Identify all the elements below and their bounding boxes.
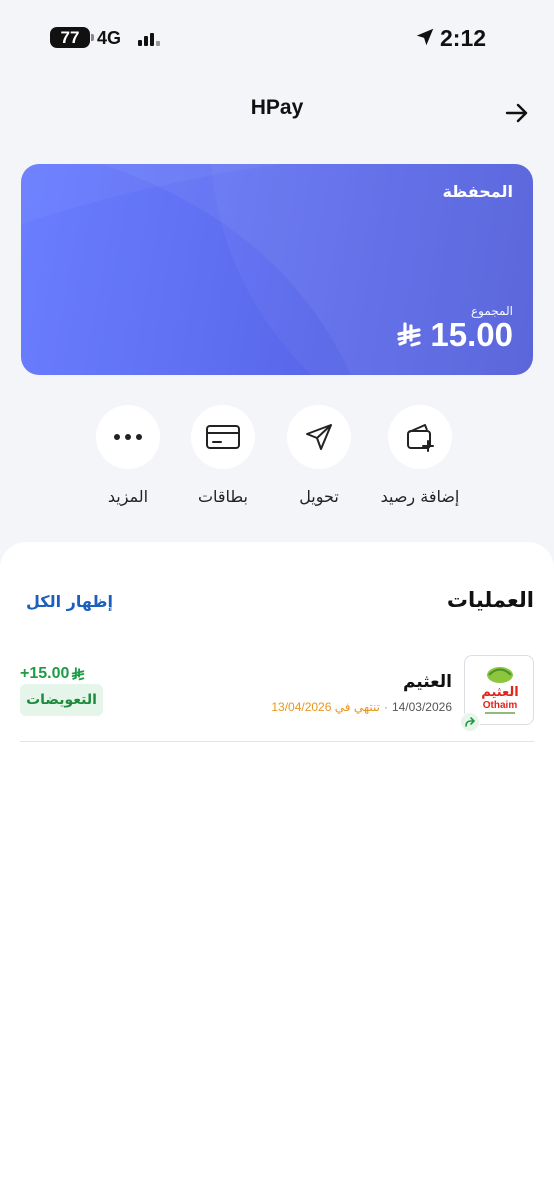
- total-amount-value: 15.00: [430, 316, 513, 353]
- arrow-right-icon[interactable]: [502, 98, 532, 128]
- more-button[interactable]: المزيد: [73, 405, 183, 506]
- transfer-label: تحويل: [299, 487, 339, 506]
- logo-arabic-text: العثيم: [481, 685, 518, 700]
- transfer-circle: [287, 405, 351, 469]
- card-icon: [206, 425, 240, 449]
- show-all-link[interactable]: إظهار الكل: [26, 592, 113, 611]
- status-bar: 77 4G 2:12: [0, 0, 554, 76]
- page-title: HPay: [250, 96, 304, 119]
- add-balance-label: إضافة رصيد: [380, 487, 460, 506]
- transaction-amount-value: +15.00: [20, 665, 70, 682]
- wallet-label: المحفظة: [442, 182, 513, 201]
- transaction-amount: +15.00: [20, 665, 85, 683]
- transfer-button[interactable]: تحويل: [264, 405, 374, 506]
- merchant-name: العثيم: [402, 672, 452, 692]
- battery-indicator: 77: [50, 27, 94, 48]
- redo-arrow-icon: [465, 717, 476, 727]
- add-balance-button[interactable]: إضافة رصيد: [365, 405, 475, 506]
- location-arrow-icon: [416, 28, 434, 46]
- meta-separator: ·: [383, 700, 388, 714]
- wallet-card[interactable]: المحفظة المجموع 15.00: [21, 164, 533, 375]
- cards-label: بطاقات: [197, 487, 249, 506]
- send-icon: [306, 424, 332, 450]
- transaction-date: 14/03/2026: [391, 700, 452, 714]
- category-tag: التعويضات: [20, 684, 103, 716]
- network-type: 4G: [97, 28, 122, 48]
- riyal-icon: [397, 322, 422, 347]
- add-balance-circle: [388, 405, 452, 469]
- riyal-icon: [72, 667, 85, 681]
- signal-icon: [138, 30, 162, 46]
- wallet-add-icon: [407, 424, 434, 452]
- logo-latin-text: Othaim: [483, 700, 518, 711]
- more-label: المزيد: [107, 487, 149, 506]
- more-icon: [114, 434, 142, 440]
- transaction-meta: 14/03/2026·تنتهي في 13/04/2026: [271, 700, 452, 714]
- transactions-title: العمليات: [446, 588, 534, 612]
- cards-circle: [191, 405, 255, 469]
- status-time: 2:12: [440, 25, 487, 51]
- transactions-panel: العمليات إظهار الكل العثيم Othaim العثيم…: [0, 542, 554, 1200]
- transaction-row[interactable]: العثيم Othaim العثيم 14/03/2026·تنتهي في…: [20, 648, 534, 742]
- total-amount: 15.00: [396, 316, 513, 354]
- more-circle: [96, 405, 160, 469]
- cards-button[interactable]: بطاقات: [168, 405, 278, 506]
- expiry-text: تنتهي في 13/04/2026: [271, 700, 380, 714]
- refund-badge: [460, 712, 480, 732]
